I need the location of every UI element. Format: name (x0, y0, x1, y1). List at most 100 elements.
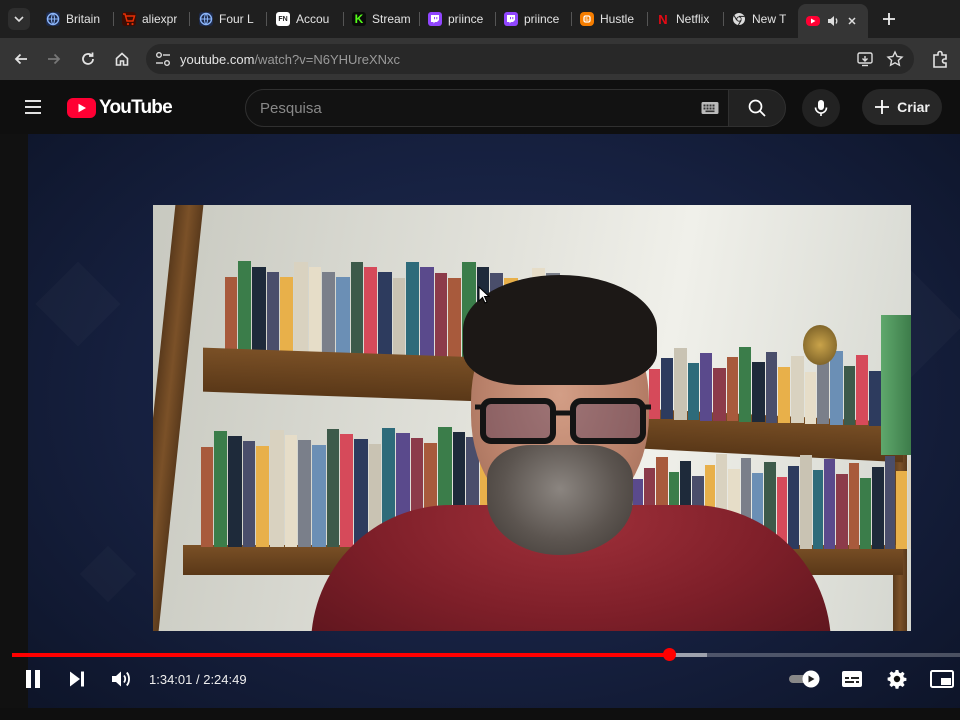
book-spine (340, 434, 353, 547)
chrome-icon (732, 12, 746, 26)
settings-button[interactable] (885, 667, 909, 691)
book-spine (856, 355, 868, 426)
tab-title: Britain (66, 12, 101, 26)
browser-tab-britain[interactable]: Britain (38, 6, 112, 32)
tab-title: Hustle (600, 12, 635, 26)
book-spine (813, 470, 823, 549)
next-button[interactable] (64, 667, 90, 691)
autoplay-toggle[interactable] (788, 667, 822, 691)
twitch-icon (428, 12, 442, 26)
book-spine (836, 474, 848, 549)
back-button[interactable] (8, 46, 34, 72)
tab-title: Accou (296, 12, 330, 26)
bookmark-star-icon[interactable] (886, 50, 904, 68)
miniplayer-icon (930, 670, 954, 688)
tab-search-button[interactable] (8, 8, 30, 30)
browser-tab-hustle[interactable]: Hustle (572, 6, 646, 32)
skip-next-icon (70, 671, 84, 687)
book-spine (420, 267, 434, 362)
browser-toolbar: youtube.com/watch?v=N6YHUreXNxc (0, 38, 960, 80)
browser-tab-new-tab[interactable]: New T (724, 6, 796, 32)
book-spine (896, 471, 907, 549)
book-spine (327, 429, 339, 547)
book-spine (908, 460, 911, 549)
home-button[interactable] (109, 46, 135, 72)
book-spine (872, 467, 884, 549)
home-icon (115, 52, 129, 66)
book-spine (312, 445, 326, 547)
install-app-icon[interactable] (856, 50, 874, 68)
book-spine (228, 436, 242, 547)
video-frame[interactable] (153, 205, 911, 631)
miniplayer-button[interactable] (929, 667, 955, 691)
close-tab-icon[interactable] (846, 15, 858, 27)
pause-icon (26, 670, 40, 688)
page-below-player (0, 708, 960, 720)
pause-button[interactable] (20, 667, 46, 691)
microphone-icon (814, 100, 828, 116)
search-input[interactable] (260, 90, 680, 126)
browser-tab-twitch-2[interactable]: priince (496, 6, 570, 32)
twitch-icon (504, 12, 518, 26)
book-spine (267, 271, 279, 358)
address-bar[interactable]: youtube.com/watch?v=N6YHUreXNxc (146, 44, 914, 74)
chevron-down-icon (14, 16, 24, 23)
browser-tab-strip: Britain aliexpr Four L FN Accou K Stream… (0, 0, 960, 38)
speaker-playing-icon[interactable] (826, 14, 840, 28)
browser-tab-account[interactable]: FN Accou (268, 6, 342, 32)
book-spine (322, 272, 335, 360)
person-glasses (475, 398, 651, 444)
person-hair (463, 275, 657, 385)
reload-icon (82, 52, 94, 65)
browser-tab-stream[interactable]: K Stream (344, 6, 418, 32)
book-spine (201, 447, 213, 547)
tab-title: aliexpr (142, 12, 178, 26)
hamburger-menu-icon[interactable] (22, 96, 44, 118)
volume-icon (112, 671, 130, 687)
person-beard (487, 445, 633, 555)
browser-tab-aliexpress[interactable]: aliexpr (114, 6, 188, 32)
url-path: /watch?v=N6YHUreXNxc (254, 52, 401, 67)
tab-title: Netflix (676, 12, 710, 26)
book-spine (393, 277, 405, 361)
kick-icon: K (352, 12, 366, 26)
create-button[interactable]: Criar (862, 89, 942, 125)
search-button[interactable] (728, 89, 786, 127)
reload-button[interactable] (75, 46, 101, 72)
fn-icon: FN (276, 12, 290, 26)
browser-tab-youtube-active[interactable] (798, 4, 868, 38)
progress-played (12, 653, 669, 657)
plus-icon (875, 100, 890, 114)
new-tab-button[interactable] (878, 8, 900, 30)
mute-button[interactable] (108, 667, 134, 691)
arrow-right-icon (48, 53, 61, 65)
book-spine (351, 261, 363, 360)
book-spine (752, 362, 765, 423)
browser-tab-twitch-1[interactable]: priince (420, 6, 494, 32)
tab-title: Stream (372, 12, 411, 26)
book-spine (238, 261, 251, 358)
video-player[interactable]: 1:34:01 / 2:24:49 (0, 134, 960, 720)
book-spine (243, 441, 255, 547)
forward-button[interactable] (41, 46, 67, 72)
book-spine (214, 431, 227, 547)
url-host: youtube.com (180, 52, 255, 67)
progress-scrubber-handle[interactable] (662, 648, 676, 661)
blogger-icon (580, 12, 594, 26)
progress-bar[interactable] (12, 648, 960, 661)
extensions-puzzle-icon[interactable] (930, 48, 952, 70)
browser-tab-netflix[interactable]: N Netflix (648, 6, 722, 32)
voice-search-button[interactable] (802, 89, 840, 127)
player-left-edge (0, 134, 28, 720)
arrow-left-icon (14, 53, 27, 65)
subtitles-button[interactable] (840, 667, 864, 691)
book-spine (252, 266, 266, 358)
keyboard-icon[interactable] (701, 101, 719, 115)
book-spine (817, 361, 829, 425)
browser-tab-four[interactable]: Four L (191, 6, 265, 32)
book-spine (700, 352, 712, 421)
site-info-icon[interactable] (154, 50, 172, 68)
book-spine (788, 466, 799, 549)
youtube-favicon-icon (806, 16, 820, 26)
youtube-logo[interactable]: YouTube (67, 97, 173, 119)
